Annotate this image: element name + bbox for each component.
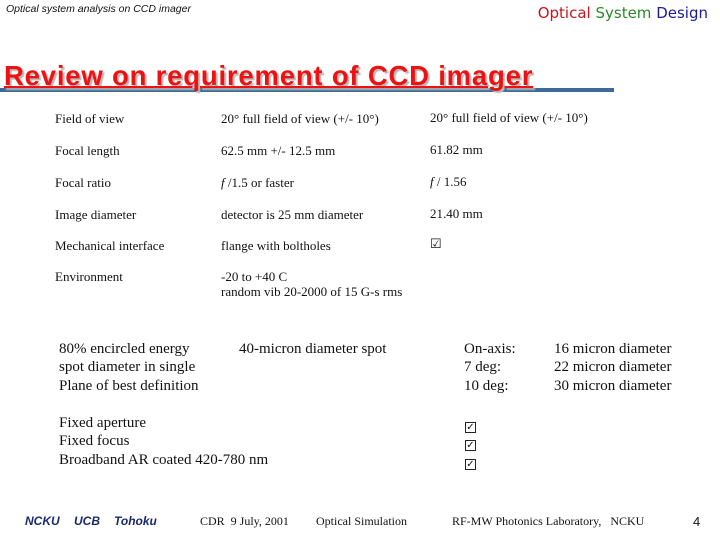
- feature-label: Fixed aperture: [59, 415, 147, 431]
- requirement-label: Field of view: [55, 111, 125, 126]
- checkbox-checked-icon: ✓: [465, 422, 476, 433]
- requirement-value: 20° full field of view (+/- 10°): [221, 111, 379, 126]
- brand-title: Optical System Design: [538, 4, 708, 22]
- spot-label-line: Plane of best definition: [59, 377, 199, 394]
- footer-lab: RF-MW Photonics Laboratory, NCKU: [452, 514, 645, 528]
- spot-value: 22 micron diameter: [554, 359, 672, 376]
- requirement-value: 62.5 mm +/- 12.5 mm: [221, 143, 336, 158]
- spot-requirement: 40-micron diameter spot: [239, 341, 387, 357]
- feature-label: Fixed focus: [59, 433, 130, 450]
- feature-label: Broadband AR coated 420-780 nm: [59, 451, 269, 468]
- slide-title: Review on requirement of CCD imager: [4, 60, 534, 91]
- spot-label-line: spot diameter in single: [59, 359, 196, 376]
- requirement-value: f /1.5 or faster: [221, 175, 294, 190]
- footer-org-tohoku: Tohoku: [114, 514, 157, 528]
- checkbox-checked-icon: ✓: [465, 458, 476, 470]
- spot-field-column: On-axis: 7 deg: 10 deg:: [464, 340, 516, 395]
- footer-org-ncku: NCKU: [25, 514, 60, 528]
- requirement-value-line2: random vib 20-2000 of 15 G-s rms: [221, 284, 403, 299]
- spot-value: 30 micron diameter: [554, 377, 672, 394]
- feature-check-column: ✓ ✓ ✓: [465, 417, 476, 472]
- requirement-label: Mechanical interface: [55, 238, 165, 253]
- page-number: 4: [693, 514, 701, 529]
- brand-word-optical: Optical: [537, 4, 591, 22]
- result-value: f / 1.56: [430, 174, 467, 189]
- footer-topic: Optical Simulation: [316, 514, 407, 528]
- checkbox-checked-icon: ☑: [430, 236, 442, 251]
- requirement-label: Focal ratio: [55, 175, 111, 190]
- spot-label-line: 80% encircled energy: [59, 341, 190, 357]
- requirement-value: detector is 25 mm diameter: [221, 207, 364, 222]
- requirement-label: Focal length: [55, 143, 120, 158]
- f-number-symbol: f: [430, 174, 434, 189]
- checkbox-checked-icon: ✓: [465, 440, 476, 452]
- feature-label-column: Fixed aperture Fixed focus Broadband AR …: [59, 414, 268, 469]
- result-value: 21.40 mm: [430, 206, 483, 221]
- spot-value-column: 16 micron diameter 22 micron diameter 30…: [554, 340, 671, 395]
- spot-field: 7 deg:: [464, 359, 502, 376]
- result-value: 20° full field of view (+/- 10°): [430, 110, 588, 125]
- result-value: 61.82 mm: [430, 142, 483, 157]
- requirement-label: Image diameter: [55, 207, 137, 222]
- presentation-subtitle: Optical system analysis on CCD imager: [6, 3, 191, 15]
- requirement-value: flange with boltholes: [221, 238, 331, 253]
- requirement-value: -20 to +40 C: [221, 269, 288, 284]
- spot-field: On-axis:: [464, 341, 516, 357]
- footer-event: CDR 9 July, 2001: [200, 514, 289, 528]
- spot-field: 10 deg:: [464, 377, 509, 394]
- spot-value: 16 micron diameter: [554, 341, 672, 357]
- spot-label: 80% encircled energy spot diameter in si…: [59, 340, 199, 395]
- footer-org-ucb: UCB: [74, 514, 100, 528]
- requirement-label: Environment: [55, 269, 123, 284]
- f-number-symbol: f: [221, 175, 225, 190]
- brand-word-system: System: [595, 4, 652, 22]
- brand-word-design: Design: [656, 4, 708, 22]
